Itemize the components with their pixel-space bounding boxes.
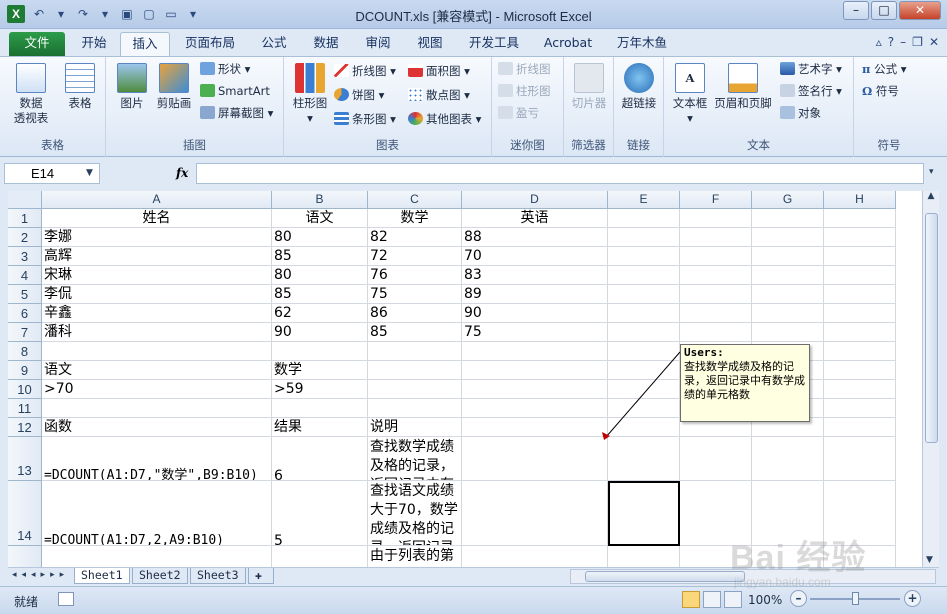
vertical-scrollbar[interactable]: ▲ ▼ — [922, 191, 939, 567]
normal-view-icon[interactable] — [682, 591, 700, 608]
cell-comment[interactable]: Users: 查找数学成绩及格的记录，返回记录中有数学成绩的单元格数 — [680, 344, 810, 422]
vertical-scroll-thumb[interactable] — [925, 213, 938, 443]
watermark: Bai 经验 jingyan.baidu.com — [730, 539, 867, 589]
comment-author: Users: — [684, 346, 724, 359]
insert-sheet-icon[interactable]: ✚ — [248, 568, 274, 584]
macro-record-icon[interactable] — [58, 592, 74, 606]
horizontal-scroll-thumb[interactable] — [585, 571, 745, 582]
zoom-out-icon[interactable]: – — [790, 590, 807, 607]
sheet-tab-2[interactable]: Sheet2 — [132, 568, 188, 584]
zoom-level[interactable]: 100% — [748, 593, 782, 607]
zoom-in-icon[interactable]: + — [904, 590, 921, 607]
sheet-navigation-icon[interactable]: ◂◂◂▸▸▸ — [12, 570, 69, 580]
sheet-tab-1[interactable]: Sheet1 — [74, 568, 130, 584]
status-ready: 就绪 — [14, 595, 39, 609]
page-layout-view-icon[interactable] — [703, 591, 721, 608]
page-break-view-icon[interactable] — [724, 591, 742, 608]
view-switcher — [682, 591, 742, 608]
comment-text: 查找数学成绩及格的记录，返回记录中有数学成绩的单元格数 — [684, 360, 805, 401]
status-bar: 就绪 100% – + — [0, 586, 947, 614]
sheet-tab-3[interactable]: Sheet3 — [190, 568, 246, 584]
zoom-slider-knob[interactable] — [852, 592, 859, 605]
scroll-up-arrow-icon[interactable]: ▲ — [923, 191, 939, 201]
comment-connector — [602, 351, 681, 440]
zoom-slider[interactable] — [810, 592, 900, 605]
scroll-down-arrow-icon[interactable]: ▼ — [926, 555, 933, 565]
